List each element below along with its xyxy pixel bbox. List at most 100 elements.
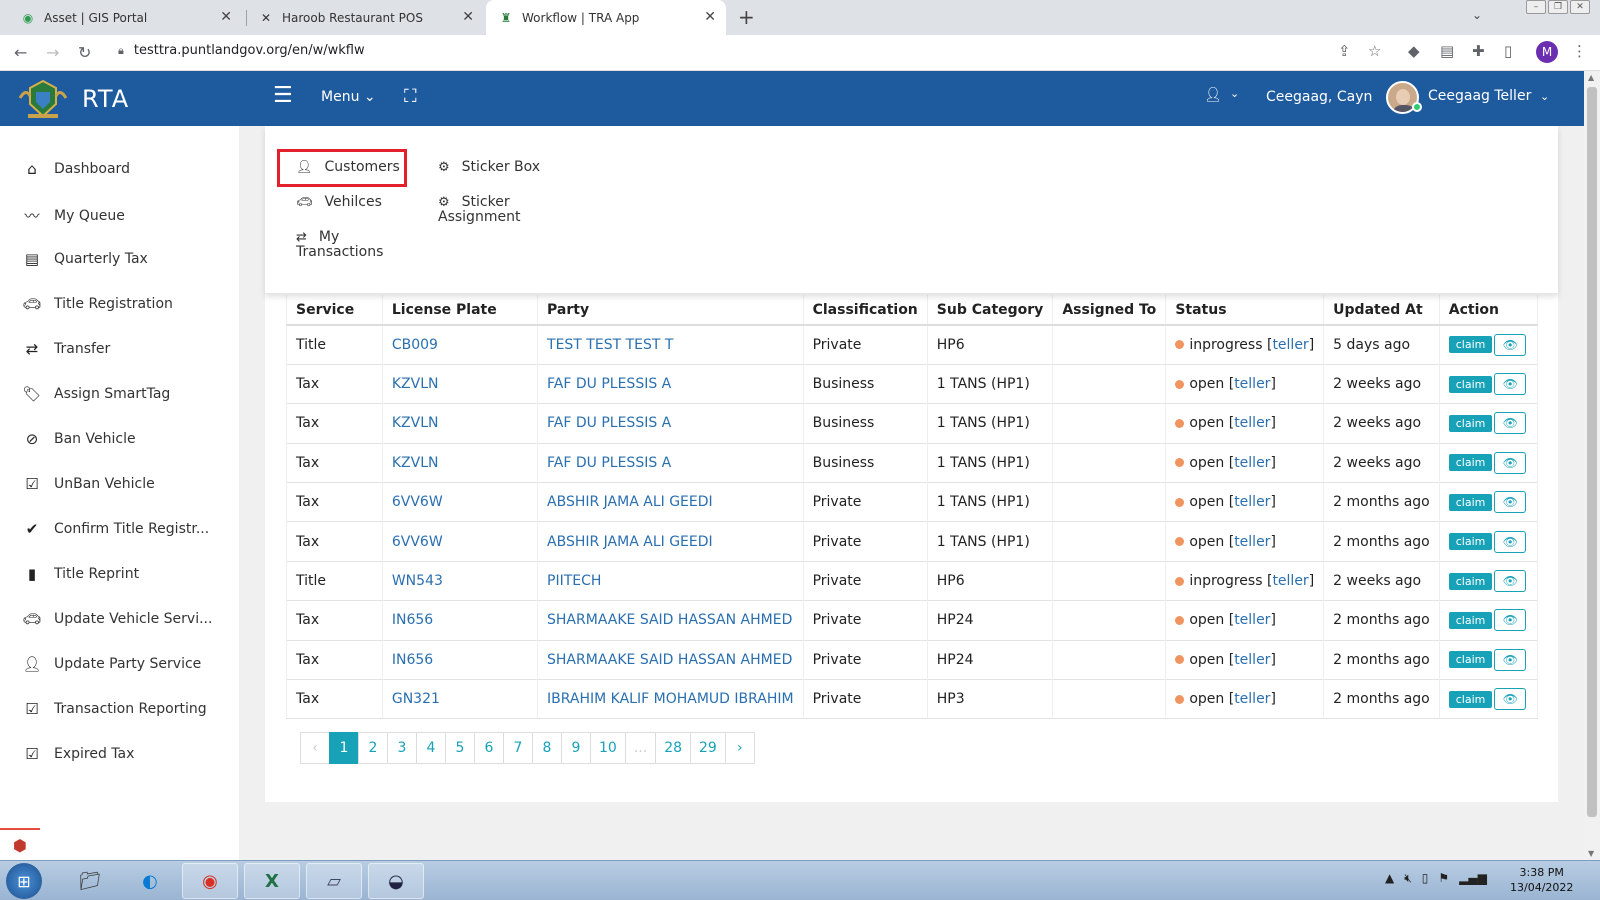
view-eye-icon[interactable]: 👁︎	[1494, 688, 1527, 711]
view-eye-icon[interactable]: 👁︎	[1494, 648, 1527, 671]
party-link[interactable]: FAF DU PLESSIS A	[537, 442, 804, 483]
sidebar-item-quarterly-tax[interactable]: ▤ Quarterly Tax	[20, 250, 148, 268]
view-eye-icon[interactable]: 👁︎	[1494, 412, 1527, 435]
back-icon[interactable]: ←	[14, 43, 27, 62]
license-plate-link[interactable]: 6VV6W	[382, 482, 539, 522]
chevron-down-icon[interactable]: ⌄	[1540, 90, 1549, 103]
close-window-icon[interactable]: ✕	[1570, 0, 1590, 14]
pagination-page[interactable]: 3	[387, 732, 417, 764]
chrome-icon[interactable]: ◉	[182, 863, 238, 899]
pagination-ellipsis[interactable]: ...	[624, 732, 657, 764]
sidebar-item-transfer[interactable]: ⇄ Transfer	[20, 340, 111, 358]
fullscreen-icon[interactable]: ⛶	[404, 86, 417, 107]
column-header[interactable]: Action	[1439, 295, 1539, 326]
party-link[interactable]: FAF DU PLESSIS A	[537, 403, 804, 444]
sidebar-item-title-registration[interactable]: 🚗︎ Title Registration	[20, 295, 172, 313]
scroll-thumb[interactable]	[1587, 87, 1597, 817]
sidebar-item-dashboard[interactable]: ⌂ Dashboard	[20, 160, 130, 178]
file-explorer-icon[interactable]: 📁︎	[62, 863, 118, 899]
url-field[interactable]: 🔒︎ testtra.puntlandgov.org/en/w/wkflw	[118, 43, 365, 58]
share-icon[interactable]: ⇪	[1338, 42, 1351, 60]
battery-icon[interactable]: ▯	[1422, 871, 1429, 886]
pagination-page[interactable]: 6	[474, 732, 504, 764]
sidebar-item-title-reprint[interactable]: ▮ Title Reprint	[20, 565, 139, 583]
star-icon[interactable]: ☆	[1368, 42, 1381, 60]
claim-button[interactable]: claim	[1448, 336, 1493, 354]
user-icon[interactable]: 👤︎	[1204, 87, 1222, 103]
view-eye-icon[interactable]: 👁︎	[1494, 451, 1527, 474]
eclipse-icon[interactable]: ◒	[368, 863, 424, 899]
network-icon[interactable]: ▂▄▆	[1459, 871, 1487, 886]
more-menu-icon[interactable]: ⋮	[1572, 42, 1587, 60]
puzzle-icon[interactable]: ✚	[1472, 42, 1485, 60]
column-header[interactable]: Assigned To	[1052, 295, 1167, 326]
volume-muted-icon[interactable]: 🔇︎	[1404, 871, 1412, 886]
view-eye-icon[interactable]: 👁︎	[1494, 373, 1527, 396]
assignee-link[interactable]: teller	[1234, 612, 1270, 628]
license-plate-link[interactable]: IN656	[382, 600, 539, 641]
new-tab-icon[interactable]: +	[738, 5, 755, 29]
column-header[interactable]: Classification	[803, 295, 928, 326]
view-eye-icon[interactable]: 👁︎	[1494, 491, 1527, 514]
assignee-link[interactable]: teller	[1272, 573, 1308, 589]
assignee-link[interactable]: teller	[1234, 494, 1270, 510]
sidebar-item-update-vehicle-service[interactable]: 🚗︎ Update Vehicle Servi...	[20, 610, 212, 628]
view-eye-icon[interactable]: 👁︎	[1494, 530, 1527, 553]
party-link[interactable]: IBRAHIM KALIF MOHAMUD IBRAHIM	[537, 679, 804, 720]
sidebar-item-ban-vehicle[interactable]: ⊘ Ban Vehicle	[20, 430, 136, 448]
notepad-icon[interactable]: ▱	[306, 863, 362, 899]
excel-icon[interactable]: X	[244, 863, 300, 899]
minimize-icon[interactable]: –	[1526, 0, 1546, 14]
sidebar-item-expired-tax[interactable]: ☑ Expired Tax	[20, 745, 134, 763]
assignee-link[interactable]: teller	[1234, 652, 1270, 668]
pagination-page[interactable]: 5	[445, 732, 475, 764]
browser-tab-gis[interactable]: ◉ Asset | GIS Portal ✕	[0, 0, 242, 35]
column-header[interactable]: License Plate	[382, 295, 539, 326]
column-header[interactable]: Status	[1165, 295, 1325, 326]
party-link[interactable]: ABSHIR JAMA ALI GEEDI	[537, 482, 804, 522]
scroll-down-icon[interactable]: ▼	[1588, 849, 1594, 858]
taskbar-clock[interactable]: 3:38 PM 13/04/2022	[1510, 865, 1573, 895]
sidebar-item-transaction-reporting[interactable]: ☑ Transaction Reporting	[20, 700, 206, 718]
license-plate-link[interactable]: 6VV6W	[382, 521, 539, 562]
party-link[interactable]: PIITECH	[537, 560, 804, 601]
edge-icon[interactable]: ◐	[122, 863, 178, 899]
chevron-down-icon[interactable]: ⌄	[1230, 87, 1239, 100]
close-icon[interactable]: ✕	[462, 9, 474, 25]
pagination-prev[interactable]: ‹	[300, 732, 330, 764]
menu-item-vehicles[interactable]: 🚗︎ Vehilces	[296, 195, 382, 210]
claim-button[interactable]: claim	[1448, 572, 1493, 590]
scroll-up-icon[interactable]: ▲	[1588, 73, 1594, 82]
assignee-link[interactable]: teller	[1234, 376, 1270, 392]
claim-button[interactable]: claim	[1448, 493, 1493, 511]
profile-avatar[interactable]: M	[1536, 41, 1558, 63]
pagination-next[interactable]: ›	[724, 732, 755, 764]
column-header[interactable]: Service	[286, 295, 383, 326]
pagination-page[interactable]: 28	[655, 732, 692, 764]
pagination-page[interactable]: 9	[561, 732, 591, 764]
sidebar-item-my-queue[interactable]: 〰 My Queue	[20, 205, 124, 226]
extension-shield-icon[interactable]: ◆	[1408, 42, 1420, 60]
view-eye-icon[interactable]: 👁︎	[1494, 609, 1527, 632]
column-header[interactable]: Updated At	[1323, 295, 1440, 326]
assignee-link[interactable]: teller	[1234, 691, 1270, 707]
pagination-page[interactable]: 29	[690, 732, 726, 764]
claim-button[interactable]: claim	[1448, 414, 1493, 432]
column-header[interactable]: Sub Category	[927, 295, 1054, 326]
forward-icon[interactable]: →	[46, 43, 59, 62]
claim-button[interactable]: claim	[1448, 375, 1493, 393]
pagination-page[interactable]: 8	[532, 732, 562, 764]
browser-tab-pos[interactable]: ✕ Haroob Restaurant POS ✕	[248, 0, 484, 35]
party-link[interactable]: SHARMAAKE SAID HASSAN AHMED	[537, 639, 804, 680]
claim-button[interactable]: claim	[1448, 611, 1493, 629]
hamburger-icon[interactable]: ☰	[273, 83, 293, 108]
license-plate-link[interactable]: CB009	[382, 324, 539, 365]
restore-icon[interactable]: ❐	[1548, 0, 1568, 14]
sidebar-item-unban-vehicle[interactable]: ☑ UnBan Vehicle	[20, 475, 154, 493]
show-hidden-icons-icon[interactable]: ▲	[1385, 871, 1394, 886]
menu-item-my-transactions[interactable]: ⇄ My Transactions	[296, 230, 396, 259]
close-icon[interactable]: ✕	[220, 9, 232, 25]
claim-button[interactable]: claim	[1448, 651, 1493, 669]
page-scrollbar[interactable]: ▲ ▼	[1584, 71, 1600, 860]
close-icon[interactable]: ✕	[704, 9, 716, 25]
